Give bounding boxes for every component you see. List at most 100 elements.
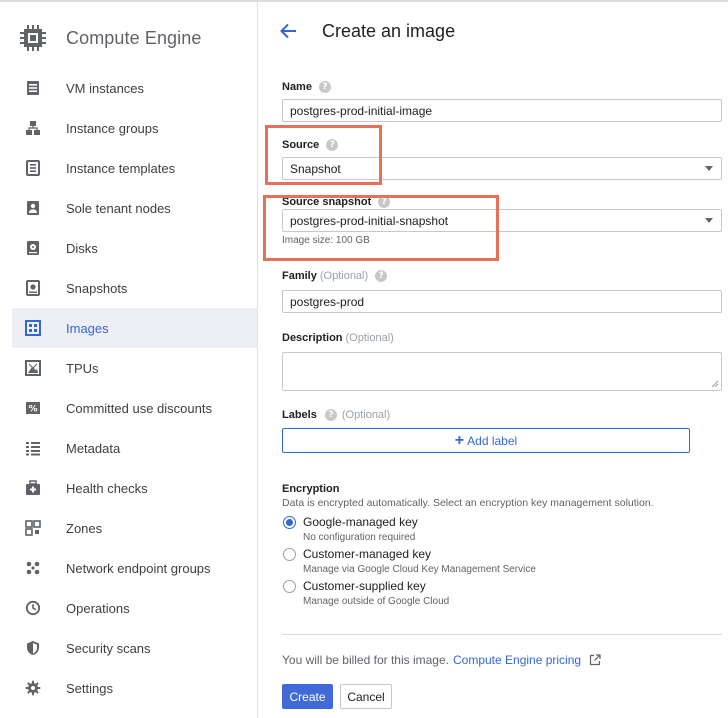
sidebar-item-label: Disks	[66, 240, 98, 256]
sidebar-item-label: Images	[66, 320, 109, 336]
product-title: Compute Engine	[66, 27, 202, 48]
resize-handle-icon[interactable]	[711, 380, 719, 388]
sidebar-item-label: Instance groups	[66, 120, 159, 136]
sidebar-item-sole-tenant-nodes[interactable]: Sole tenant nodes	[12, 188, 257, 228]
sidebar-item-vm-instances[interactable]: VM instances	[12, 68, 257, 108]
product-header: Compute Engine	[16, 20, 202, 56]
sidebar-item-label: Network endpoint groups	[66, 560, 211, 576]
sidebar-item-label: Settings	[66, 680, 113, 696]
metadata-icon	[24, 439, 42, 457]
tpus-icon	[24, 359, 42, 377]
settings-icon	[24, 679, 42, 697]
sidebar-nav: VM instances Instance groups Instance te…	[12, 68, 257, 708]
radio-text: Google-managed key No configuration requ…	[303, 515, 418, 543]
svg-text:%: %	[28, 405, 37, 415]
sidebar: Compute Engine VM instances Instance gro…	[0, 2, 257, 718]
vm-instances-icon	[24, 79, 42, 97]
help-icon[interactable]: ?	[318, 81, 331, 93]
network-endpoint-groups-icon	[24, 559, 42, 577]
radio-button-selected[interactable]	[283, 516, 296, 529]
labels-label-text: Labels	[282, 409, 317, 421]
encryption-label: Encryption	[282, 483, 339, 495]
dropdown-caret-icon	[705, 218, 713, 223]
sidebar-item-snapshots[interactable]: Snapshots	[12, 268, 257, 308]
security-scans-icon	[24, 639, 42, 657]
help-icon[interactable]: ?	[375, 270, 388, 282]
labels-label: Labels ? (Optional)	[282, 409, 390, 421]
source-highlight-box	[265, 125, 382, 185]
snapshots-icon	[24, 279, 42, 297]
plus-icon: +	[454, 431, 465, 449]
radio-subtitle: Manage via Google Cloud Key Management S…	[303, 564, 536, 575]
optional-tag: (Optional)	[345, 332, 394, 344]
radio-button[interactable]	[283, 548, 296, 561]
sidebar-item-disks[interactable]: Disks	[12, 228, 257, 268]
footer-divider	[282, 634, 722, 635]
cancel-button[interactable]: Cancel	[340, 684, 392, 709]
external-link-icon[interactable]	[589, 654, 601, 666]
sidebar-item-security-scans[interactable]: Security scans	[12, 628, 257, 668]
disks-icon	[24, 239, 42, 257]
sidebar-item-zones[interactable]: Zones	[12, 508, 257, 548]
radio-title: Google-managed key	[303, 515, 418, 529]
sidebar-item-health-checks[interactable]: Health checks	[12, 468, 257, 508]
add-label-button[interactable]: + Add label	[282, 428, 690, 453]
encryption-description: Data is encrypted automatically. Select …	[282, 497, 654, 509]
billing-text: You will be billed for this image.	[282, 653, 449, 667]
radio-title: Customer-managed key	[303, 547, 432, 561]
sidebar-item-label: Zones	[66, 520, 103, 536]
sidebar-item-label: Instance templates	[66, 160, 176, 176]
sidebar-item-images[interactable]: Images	[12, 308, 257, 348]
instance-groups-icon	[24, 119, 42, 137]
help-icon[interactable]: ?	[324, 409, 337, 421]
committed-use-discounts-icon: %	[24, 399, 42, 417]
radio-button[interactable]	[283, 580, 296, 593]
sidebar-item-operations[interactable]: Operations	[12, 588, 257, 628]
description-textarea[interactable]	[282, 352, 722, 391]
create-button[interactable]: Create	[282, 684, 333, 709]
radio-google-managed-key[interactable]: Google-managed key No configuration requ…	[283, 515, 418, 543]
add-label-text: Add label	[467, 433, 518, 448]
radio-customer-supplied-key[interactable]: Customer-supplied key Manage outside of …	[283, 579, 449, 607]
sole-tenant-nodes-icon	[24, 199, 42, 217]
sidebar-item-label: Snapshots	[66, 280, 128, 296]
page-title: Create an image	[322, 20, 456, 41]
sidebar-item-committed-use-discounts[interactable]: % Committed use discounts	[12, 388, 257, 428]
sidebar-item-label: TPUs	[66, 360, 99, 376]
sidebar-item-instance-groups[interactable]: Instance groups	[12, 108, 257, 148]
sidebar-item-label: Sole tenant nodes	[66, 200, 171, 216]
encryption-label-text: Encryption	[282, 483, 340, 495]
page-header: Create an image	[258, 2, 728, 60]
radio-title: Customer-supplied key	[303, 579, 426, 593]
sidebar-item-label: Metadata	[66, 440, 121, 456]
family-label: Family (Optional) ?	[282, 270, 388, 282]
sidebar-item-network-endpoint-groups[interactable]: Network endpoint groups	[12, 548, 257, 588]
source-snapshot-highlight-box	[263, 195, 499, 261]
sidebar-item-label: Security scans	[66, 640, 151, 656]
optional-tag: (Optional)	[341, 409, 391, 421]
name-input[interactable]: postgres-prod-initial-image	[282, 99, 722, 122]
radio-text: Customer-managed key Manage via Google C…	[303, 547, 536, 575]
sidebar-item-metadata[interactable]: Metadata	[12, 428, 257, 468]
instance-templates-icon	[24, 159, 42, 177]
radio-customer-managed-key[interactable]: Customer-managed key Manage via Google C…	[283, 547, 536, 575]
family-label-text: Family	[282, 270, 317, 282]
sidebar-item-label: Health checks	[66, 480, 148, 496]
description-label: Description (Optional)	[282, 332, 394, 344]
description-label-text: Description	[282, 332, 343, 344]
pricing-link[interactable]: Compute Engine pricing	[453, 653, 581, 667]
back-arrow-icon[interactable]	[276, 19, 300, 43]
sidebar-item-tpus[interactable]: TPUs	[12, 348, 257, 388]
radio-text: Customer-supplied key Manage outside of …	[303, 579, 449, 607]
sidebar-item-instance-templates[interactable]: Instance templates	[12, 148, 257, 188]
sidebar-item-label: Operations	[66, 600, 130, 616]
family-input[interactable]: postgres-prod	[282, 290, 722, 313]
optional-tag: (Optional)	[319, 270, 369, 282]
radio-subtitle: Manage outside of Google Cloud	[303, 596, 450, 607]
compute-engine-chip-icon	[16, 21, 50, 55]
sidebar-item-settings[interactable]: Settings	[12, 668, 257, 708]
images-icon	[24, 319, 42, 337]
dropdown-caret-icon	[705, 166, 713, 171]
sidebar-divider	[257, 2, 258, 718]
health-checks-icon	[24, 479, 42, 497]
